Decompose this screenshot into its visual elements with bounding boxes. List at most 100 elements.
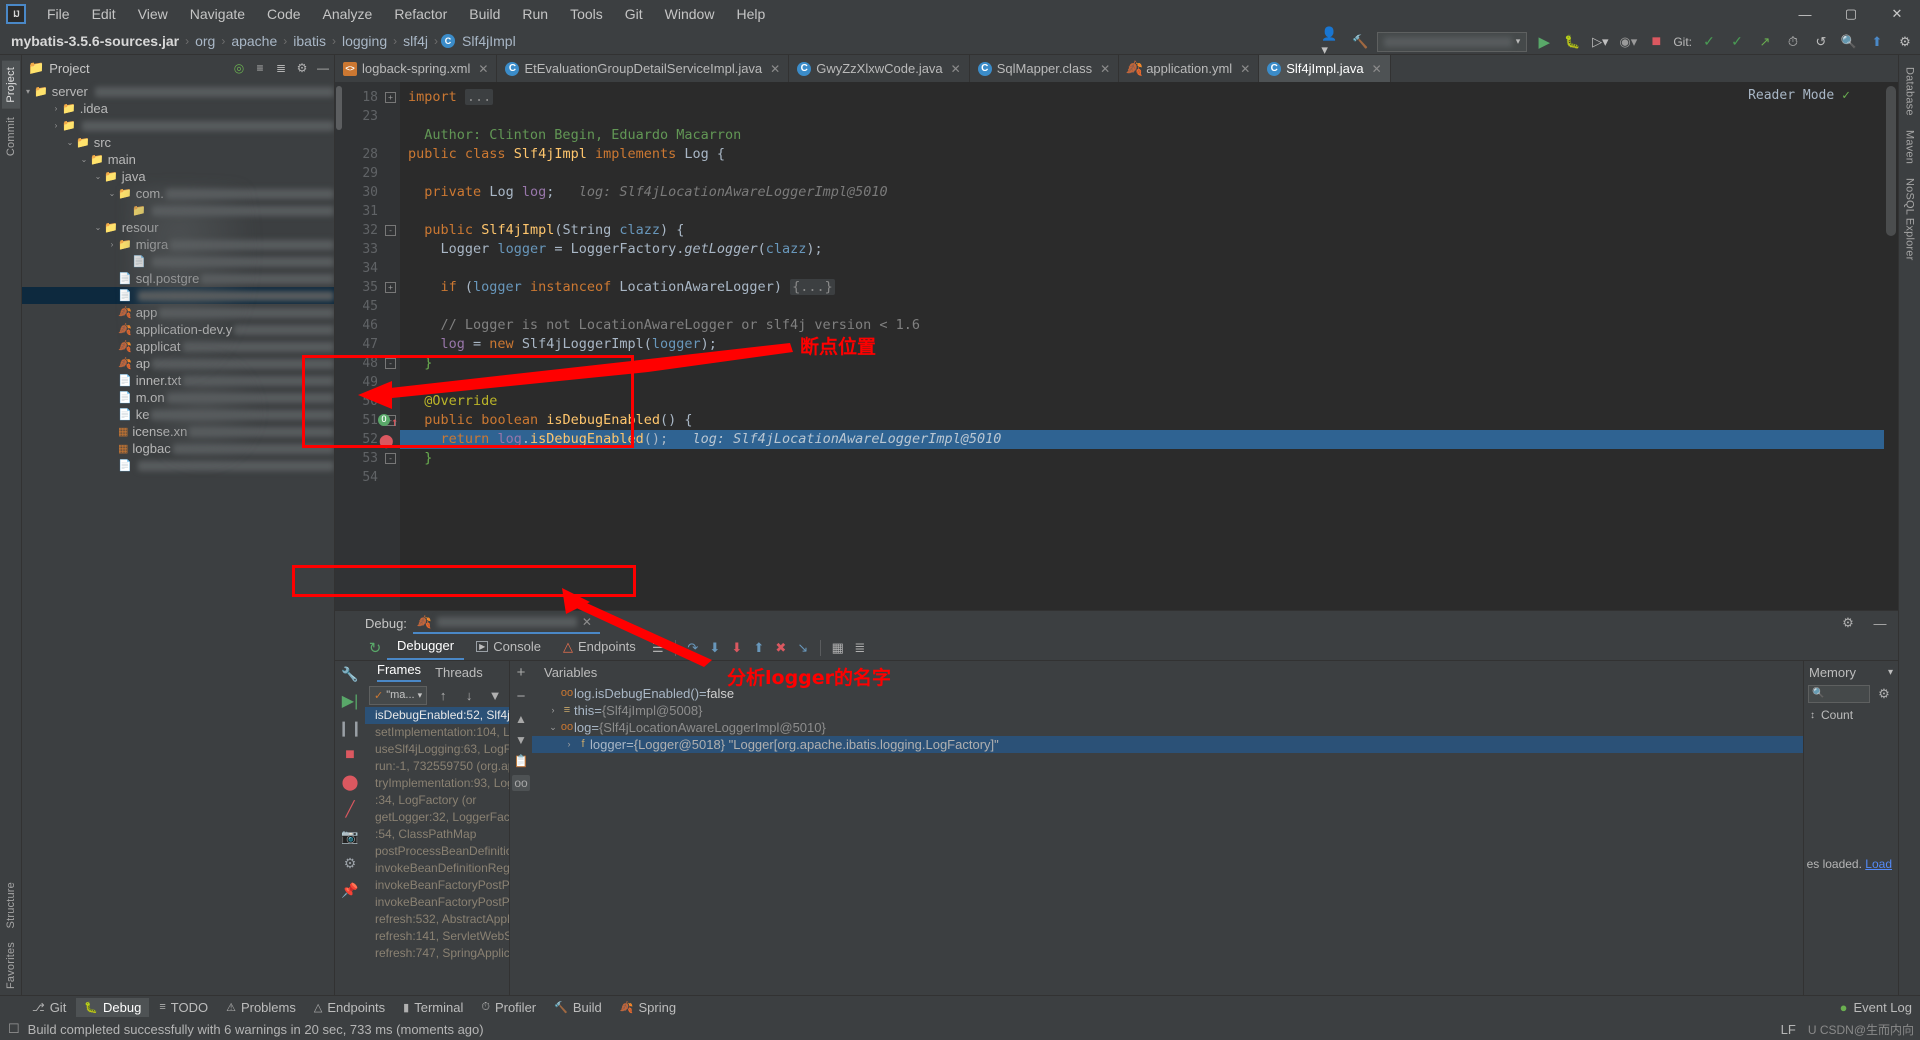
variable-row[interactable]: › f logger = {Logger@5018} "Logger[org.apa… <box>532 736 1803 753</box>
stack-frame-row[interactable]: postProcessBeanDefinition <box>365 843 509 860</box>
expand-all-icon[interactable]: ≡ <box>253 61 267 75</box>
stack-frame-row[interactable]: getLogger:32, LoggerFacto <box>365 809 509 826</box>
update-project-icon[interactable]: ⬆ <box>1866 32 1888 52</box>
code-line[interactable]: log = new Slf4jLoggerImpl(logger); <box>400 335 1898 354</box>
tree-node-root[interactable]: ▾ 📁 server <box>22 83 334 100</box>
close-session-icon[interactable]: ✕ <box>582 615 592 629</box>
gutter-line[interactable]: 54 <box>345 468 400 487</box>
run-button[interactable]: ▶ <box>1533 32 1555 52</box>
git-commit-icon[interactable]: ✓ <box>1726 32 1748 52</box>
tree-node[interactable]: 📁 <box>22 202 334 219</box>
git-rollback-icon[interactable]: ↺ <box>1810 32 1832 52</box>
scrollbar-thumb[interactable] <box>336 86 342 130</box>
code-line[interactable]: public Slf4jImpl(String clazz) { <box>400 221 1898 240</box>
menu-code[interactable]: Code <box>256 3 311 25</box>
fold-toggle-icon[interactable]: + <box>385 92 396 103</box>
threads-tab[interactable]: Threads <box>435 665 483 680</box>
bottom-tab-problems[interactable]: ⚠ Problems <box>218 998 304 1017</box>
menu-help[interactable]: Help <box>725 3 776 25</box>
gutter-line[interactable]: 48- <box>345 354 400 373</box>
run-configuration-selector[interactable]: ▾ <box>1377 31 1528 52</box>
git-push-icon[interactable]: ↗ <box>1754 32 1776 52</box>
step-over-icon[interactable]: ↷ <box>683 640 703 656</box>
code-line[interactable] <box>400 468 1898 487</box>
breadcrumb-jar[interactable]: mybatis-3.5.6-sources.jar <box>8 33 182 49</box>
close-tab-icon[interactable]: ✕ <box>1100 62 1110 76</box>
stop-program-icon[interactable]: ■ <box>345 746 355 764</box>
thread-selector[interactable]: ✓ "ma... ▾ <box>369 685 428 705</box>
scrollbar-thumb[interactable] <box>1886 86 1896 236</box>
variable-expander-icon[interactable]: ⌄ <box>546 719 560 736</box>
editor-left-scrollbar[interactable] <box>335 82 345 610</box>
run-to-cursor-icon[interactable]: ↘ <box>793 640 813 656</box>
menu-run[interactable]: Run <box>511 3 559 25</box>
code-line[interactable]: private Log log; log: Slf4jLocationAware… <box>400 183 1898 202</box>
code-line[interactable]: Author: Clinton Begin, Eduardo Macarron <box>400 126 1898 145</box>
tree-node[interactable]: 🍂 applicat <box>22 338 334 355</box>
tree-node[interactable]: 📄 sql.postgre <box>22 270 334 287</box>
close-tab-icon[interactable]: ✕ <box>478 62 488 76</box>
tree-expander-icon[interactable]: ⌄ <box>92 223 104 232</box>
bottom-tab-spring[interactable]: 🍂 Spring <box>612 998 684 1017</box>
close-tab-icon[interactable]: ✕ <box>951 62 961 76</box>
bottom-tab-endpoints[interactable]: △ Endpoints <box>306 998 393 1017</box>
tree-node[interactable]: ⌄ 📁 main <box>22 151 334 168</box>
frame-down-icon[interactable]: ↓ <box>459 688 479 703</box>
mute-breakpoints-icon[interactable]: ╱ <box>345 800 354 818</box>
tree-node[interactable]: 📄 ke <box>22 406 334 423</box>
stack-frame-row[interactable]: :34, LogFactory (or <box>365 792 509 809</box>
variable-row[interactable]: › ≡ this = {Slf4jImpl@5008} <box>532 702 1803 719</box>
gutter-line[interactable]: 30 <box>345 183 400 202</box>
maximize-button[interactable]: ▢ <box>1828 0 1874 28</box>
breadcrumb-apache[interactable]: apache <box>228 33 280 49</box>
bottom-tab-build[interactable]: 🔨 Build <box>546 998 610 1017</box>
editor-gutter[interactable]: 18 +23 28 29 30 31 32-33 34 35 +45 46 47 48-49 50 51- O… <box>345 82 400 610</box>
breadcrumb-logging[interactable]: logging <box>339 33 390 49</box>
stack-frame-row[interactable]: :54, ClassPathMap <box>365 826 509 843</box>
tree-node[interactable]: ▦ logbac <box>22 440 334 457</box>
editor-tab-bar[interactable]: <> logback-spring.xml ✕ C EtEvaluationGroupD… <box>335 55 1898 82</box>
git-history-icon[interactable]: ⏱ <box>1782 32 1804 52</box>
code-line[interactable]: } <box>400 449 1898 468</box>
menu-refactor[interactable]: Refactor <box>383 3 458 25</box>
editor-tab[interactable]: 🍂 application.yml ✕ <box>1119 55 1260 82</box>
chevron-down-icon[interactable]: ▾ <box>1888 667 1893 678</box>
menu-file[interactable]: File <box>36 3 81 25</box>
code-line[interactable] <box>400 297 1898 316</box>
fold-toggle-icon[interactable]: + <box>385 282 396 293</box>
code-line[interactable] <box>400 164 1898 183</box>
editor-tab[interactable]: <> logback-spring.xml ✕ <box>335 55 498 82</box>
minimize-button[interactable]: — <box>1782 0 1828 28</box>
tree-expander-icon[interactable]: ⌄ <box>64 138 76 147</box>
stack-frame-row[interactable]: setImplementation:104, Lo <box>365 724 509 741</box>
stack-frame-row[interactable]: useSlf4jLogging:63, LogFac <box>365 741 509 758</box>
resume-program-icon[interactable]: ▶| <box>342 692 358 710</box>
tree-node[interactable]: 📄 m.on <box>22 389 334 406</box>
close-tab-icon[interactable]: ✕ <box>1372 62 1382 76</box>
stack-frame-row[interactable]: refresh:532, AbstractApplic <box>365 911 509 928</box>
variable-expander-icon[interactable]: › <box>546 702 560 719</box>
drop-frame-icon[interactable]: ✖ <box>771 640 791 656</box>
step-into-icon[interactable]: ⬇ <box>705 640 725 656</box>
pin-tab-icon[interactable]: 📌 <box>341 881 358 899</box>
code-line[interactable]: return log.isDebugEnabled(); log: Slf4jL… <box>400 430 1898 449</box>
tree-node[interactable]: ⌄ 📁 java <box>22 168 334 185</box>
variable-row[interactable]: ⌄ oo log = {Slf4jLocationAwareLoggerImpl@5… <box>532 719 1803 736</box>
gutter-line[interactable]: 46 <box>345 316 400 335</box>
tab-debugger[interactable]: Debugger <box>387 635 465 660</box>
rerun-debug-icon[interactable]: ↻ <box>365 639 385 657</box>
code-editor[interactable]: 18 +23 28 29 30 31 32-33 34 35 +45 46 47 48-49 50 51- O… <box>335 82 1898 610</box>
menu-git[interactable]: Git <box>614 3 654 25</box>
chevron-down-icon[interactable]: ▾ <box>22 87 34 96</box>
menu-analyze[interactable]: Analyze <box>312 3 384 25</box>
tree-node[interactable]: 🍂 application-dev.y <box>22 321 334 338</box>
view-breakpoints-icon[interactable]: ⬤ <box>342 773 359 791</box>
gutter-line[interactable]: 28 <box>345 145 400 164</box>
tool-tab-favorites[interactable]: Favorites <box>2 936 20 995</box>
frames-list[interactable]: isDebugEnabled:52, Slf4jIm setImplementat… <box>365 707 509 995</box>
code-line[interactable]: public boolean isDebugEnabled() { <box>400 411 1898 430</box>
tab-console[interactable]: ▶ Console <box>466 636 551 659</box>
pane-settings-icon[interactable]: ⚙ <box>295 61 309 75</box>
screenshot-icon[interactable]: 📷 <box>341 827 358 845</box>
tree-expander-icon[interactable]: › <box>106 240 118 249</box>
